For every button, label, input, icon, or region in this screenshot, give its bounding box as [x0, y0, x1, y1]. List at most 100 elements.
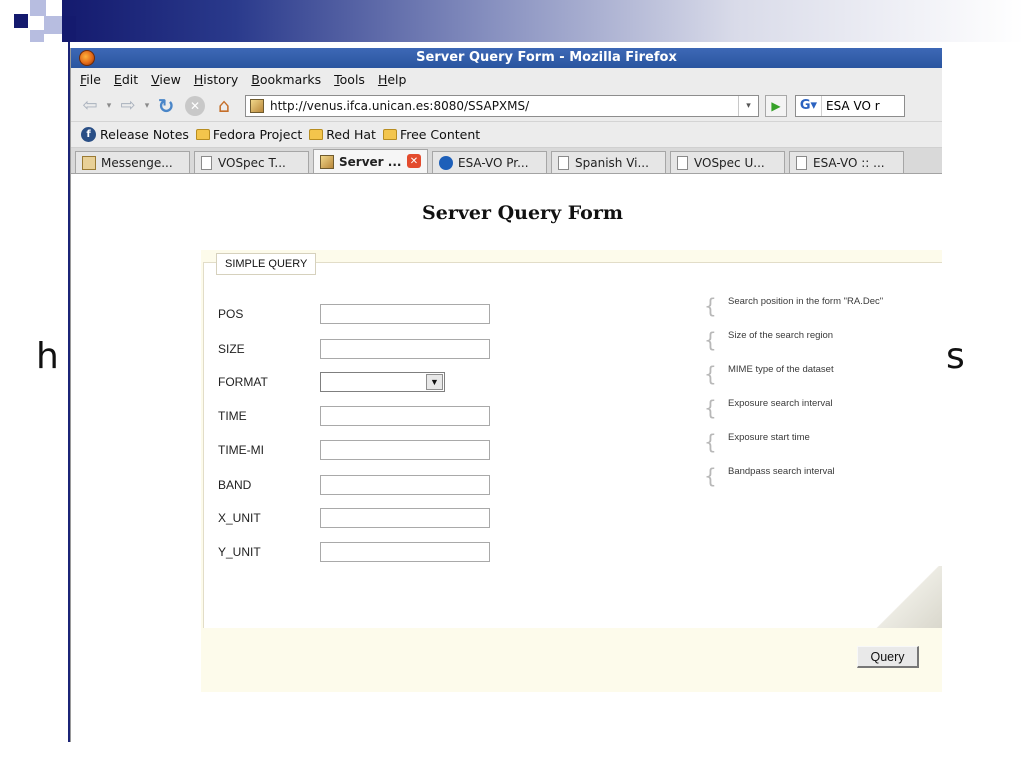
home-icon[interactable]: ⌂ — [211, 94, 237, 118]
menu-bar: File Edit View History Bookmarks Tools H… — [71, 68, 942, 90]
menu-view[interactable]: View — [151, 72, 181, 87]
field-row-time: TIME — [218, 405, 490, 427]
tab-vospec-u[interactable]: VOSpec U... — [670, 151, 785, 173]
search-box[interactable]: G▾ ESA VO r — [795, 94, 905, 117]
menu-tools[interactable]: Tools — [334, 72, 365, 87]
hint-time: { Exposure search interval — [704, 398, 833, 420]
query-button[interactable]: Query — [857, 646, 919, 668]
field-label: X_UNIT — [218, 511, 261, 525]
url-bar[interactable]: http://venus.ifca.unican.es:8080/SSAPXMS… — [245, 94, 759, 117]
search-engine-icon[interactable]: G▾ — [796, 95, 822, 116]
tab-label: Messenge... — [101, 155, 173, 170]
field-row-band: BAND — [218, 474, 490, 496]
go-arrow-icon[interactable]: ▶ — [765, 94, 787, 117]
slide-deco-square — [44, 34, 54, 44]
hint-text: Search position in the form "RA.Dec" — [728, 296, 884, 307]
menu-history[interactable]: History — [194, 72, 238, 87]
bookmark-red-hat[interactable]: Red Hat — [309, 127, 376, 142]
menu-file[interactable]: File — [80, 72, 101, 87]
slide-gradient-bar — [62, 0, 1024, 42]
pos-input[interactable] — [320, 304, 490, 324]
tab-esa-vo-pr[interactable]: ESA-VO Pr... — [432, 151, 547, 173]
window-titlebar: Server Query Form - Mozilla Firefox — [71, 48, 942, 68]
tab-spanish-vi[interactable]: Spanish Vi... — [551, 151, 666, 173]
hint-band: { Bandpass search interval — [704, 466, 835, 488]
size-input[interactable] — [320, 339, 490, 359]
format-select[interactable]: ▼ — [320, 372, 445, 392]
bookmark-free-content[interactable]: Free Content — [382, 127, 480, 142]
y-unit-input[interactable] — [320, 542, 490, 562]
page-curl-decoration — [871, 566, 942, 628]
slide-deco-square — [62, 16, 76, 42]
page-title: Server Query Form — [422, 202, 623, 224]
hint-text: Size of the search region — [728, 330, 834, 341]
bookmark-label: Release Notes — [100, 127, 189, 142]
query-form-panel: SIMPLE QUERY POS SIZE FORMAT ▼ TIME TIME… — [201, 250, 942, 692]
tab-label: VOSpec T... — [218, 155, 286, 170]
back-arrow-icon[interactable]: ⇦ — [77, 94, 103, 118]
band-input[interactable] — [320, 475, 490, 495]
bookmarks-toolbar: f Release Notes Fedora Project Red Hat F… — [71, 122, 942, 148]
slide-deco-square — [30, 30, 44, 42]
bookmark-release-notes[interactable]: f Release Notes — [81, 127, 189, 142]
tab-vospec-t[interactable]: VOSpec T... — [194, 151, 309, 173]
forward-history-dropdown-icon[interactable]: ▾ — [141, 101, 153, 111]
field-label: BAND — [218, 478, 252, 492]
reload-icon[interactable]: ↻ — [153, 94, 179, 118]
tab-server-query[interactable]: Server ... ✕ — [313, 149, 428, 173]
slide-deco-square — [30, 0, 46, 16]
tab-label: Server ... — [339, 154, 402, 169]
site-favicon-icon — [250, 98, 264, 113]
search-text[interactable]: ESA VO r — [826, 99, 880, 113]
x-unit-input[interactable] — [320, 508, 490, 528]
folder-icon — [195, 129, 210, 140]
bookmark-label: Fedora Project — [212, 127, 303, 142]
stop-icon[interactable]: ✕ — [185, 95, 205, 116]
tab-bar: Messenge... VOSpec T... Server ... ✕ ESA… — [71, 148, 942, 174]
tab-label: VOSpec U... — [694, 155, 765, 170]
field-row-x-unit: X_UNIT — [218, 507, 490, 529]
folder-icon — [382, 129, 397, 140]
field-label: TIME-MI — [218, 443, 264, 457]
hint-text: Bandpass search interval — [728, 466, 835, 477]
close-tab-icon[interactable]: ✕ — [407, 154, 421, 168]
url-dropdown-icon[interactable]: ▾ — [738, 95, 758, 116]
hint-format: { MIME type of the dataset — [704, 364, 834, 386]
time-input[interactable] — [320, 406, 490, 426]
back-history-dropdown-icon[interactable]: ▾ — [103, 101, 115, 111]
bookmark-label: Red Hat — [326, 127, 376, 142]
hint-bracket-icon: { — [704, 328, 717, 352]
fieldset-legend: SIMPLE QUERY — [216, 253, 317, 275]
slide-text-fragment-left: h — [36, 336, 59, 377]
messenger-icon — [82, 155, 96, 170]
chevron-down-icon[interactable]: ▼ — [426, 374, 443, 390]
hint-time-mi: { Exposure start time — [704, 432, 810, 454]
tab-messenger[interactable]: Messenge... — [75, 151, 190, 173]
tab-label: ESA-VO Pr... — [458, 155, 529, 170]
slide-text-fragment-right: s — [946, 336, 965, 377]
field-label: POS — [218, 307, 244, 321]
navigation-toolbar: ⇦ ▾ ⇨ ▾ ↻ ✕ ⌂ http://venus.ifca.unican.e… — [71, 90, 942, 122]
slide-deco-square — [14, 14, 28, 28]
site-favicon-icon — [320, 154, 334, 169]
firefox-window: Server Query Form - Mozilla Firefox File… — [70, 48, 942, 742]
hint-bracket-icon: { — [704, 430, 717, 454]
document-icon — [796, 155, 807, 170]
menu-bookmarks[interactable]: Bookmarks — [251, 72, 321, 87]
field-row-y-unit: Y_UNIT — [218, 541, 490, 563]
hint-bracket-icon: { — [704, 294, 717, 318]
menu-edit[interactable]: Edit — [114, 72, 138, 87]
folder-icon — [309, 129, 324, 140]
bookmark-fedora-project[interactable]: Fedora Project — [195, 127, 303, 142]
menu-help[interactable]: Help — [378, 72, 407, 87]
url-text[interactable]: http://venus.ifca.unican.es:8080/SSAPXMS… — [270, 99, 529, 113]
hint-text: MIME type of the dataset — [728, 364, 834, 375]
time-mi-input[interactable] — [320, 440, 490, 460]
field-label: Y_UNIT — [218, 545, 261, 559]
field-row-size: SIZE — [218, 338, 490, 360]
document-icon — [677, 155, 688, 170]
field-label: FORMAT — [218, 375, 268, 389]
tab-esa-vo-2[interactable]: ESA-VO :: ... — [789, 151, 904, 173]
forward-arrow-icon[interactable]: ⇨ — [115, 94, 141, 118]
hint-text: Exposure search interval — [728, 398, 833, 409]
